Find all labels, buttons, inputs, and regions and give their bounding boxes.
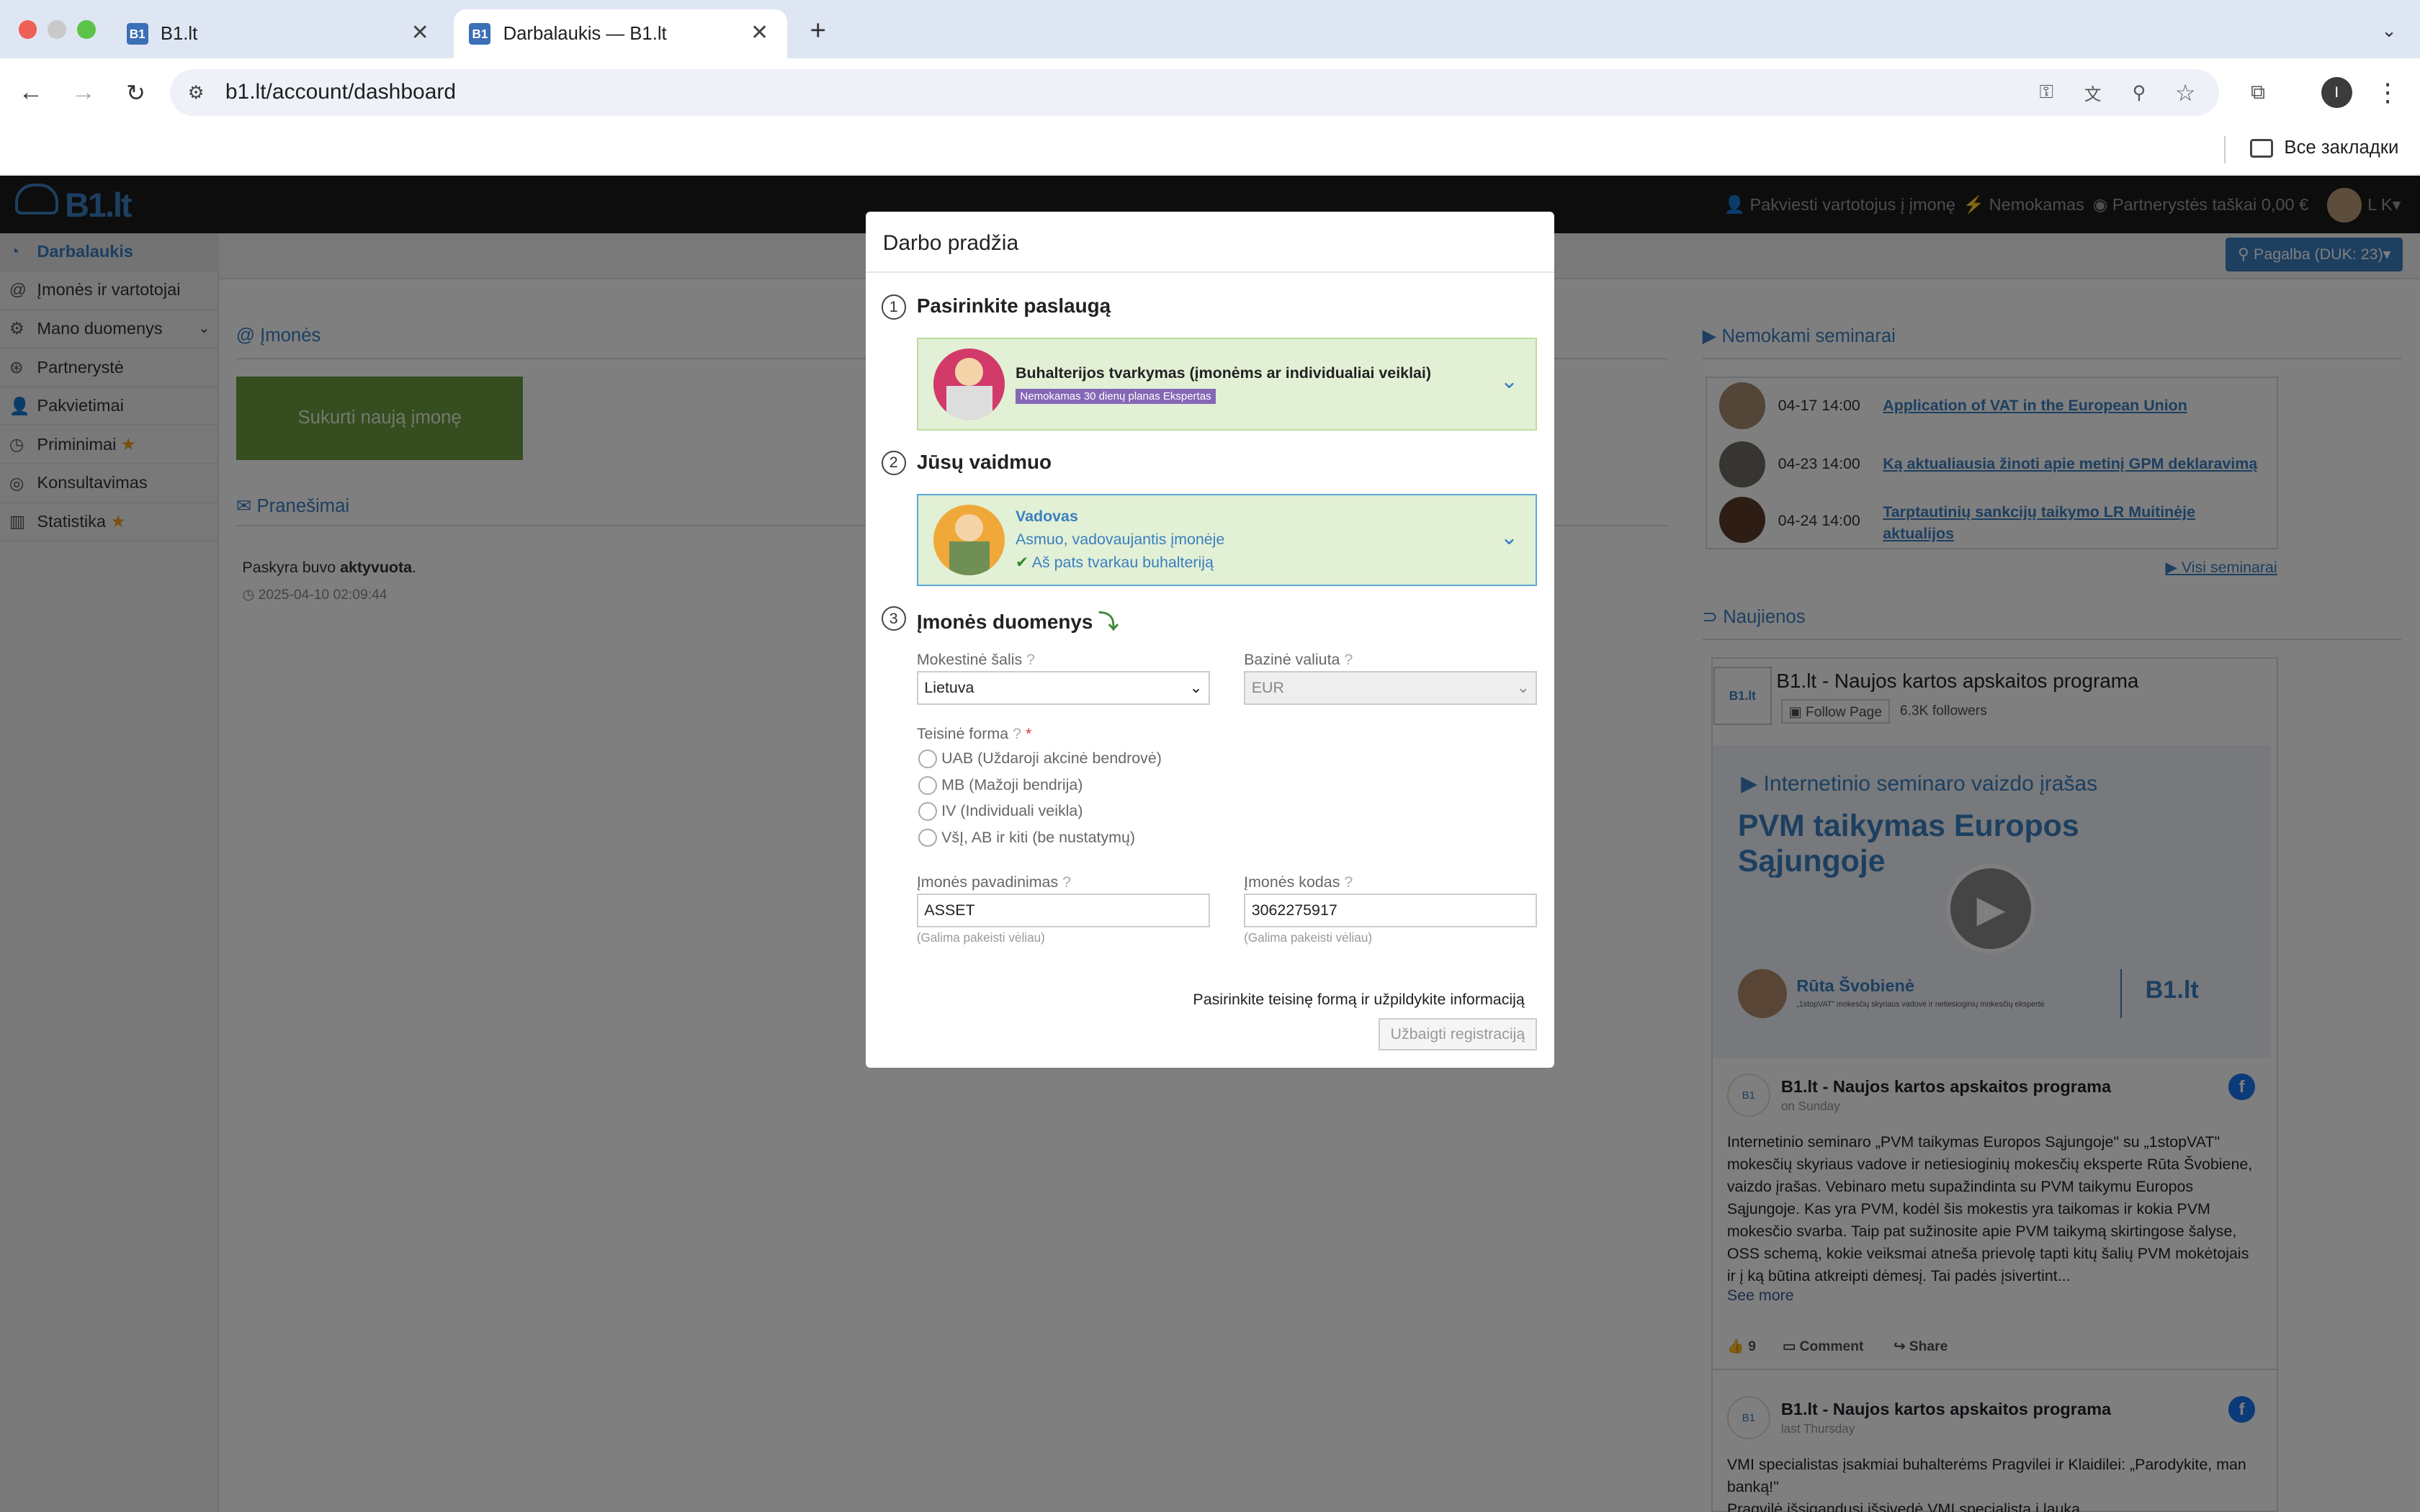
maximize-window-button[interactable] [77,19,96,39]
role-select-card[interactable] [916,493,1538,587]
legal-form-option[interactable]: IV (Individuali veikla) [941,802,1083,820]
legal-form-option[interactable]: MB (Mažoji bendrija) [941,776,1083,794]
service-name: Buhalterijos tvarkymas (įmonėms ar indiv… [1016,364,1431,382]
browser-tab-2-active[interactable]: B1 Darbalaukis — B1.lt ✕ [454,9,787,59]
help-icon[interactable]: ? [1344,873,1353,891]
bookmark-star-icon[interactable]: ☆ [2172,78,2200,107]
legal-form-radio-mb[interactable] [918,775,937,795]
profile-avatar[interactable]: I [2321,77,2352,108]
extensions-icon[interactable]: ⧉ [2243,78,2274,107]
b1-favicon-icon: B1 [469,23,491,45]
help-icon[interactable]: ? [1026,651,1035,668]
browser-menu-icon[interactable]: ⋮ [2374,77,2402,108]
step2-title: Jūsų vaidmuo [916,450,1052,473]
accountant-avatar-icon [933,348,1005,420]
finish-registration-button[interactable]: Užbaigti registraciją [1378,1018,1538,1051]
step-number-3: 3 [881,606,906,631]
role-name: Vadovas [1016,508,1078,525]
browser-tab-1[interactable]: B1 B1.lt ✕ [111,9,447,59]
footer-message: Pasirinkite teisinę formą ir užpildykite… [1193,990,1525,1008]
tab-title: B1.lt [160,23,198,44]
company-name-hint: (Galima pakeisti vėliau) [916,930,1045,945]
legal-form-radio-iv[interactable] [918,802,937,821]
tab-search-chevron-icon[interactable]: ⌄ [2374,15,2405,46]
zoom-icon[interactable]: ⚲ [2125,78,2154,107]
back-arrow-icon[interactable]: ← [15,77,46,108]
translate-icon[interactable]: 文 [2079,78,2107,107]
check-icon: ✔ [1016,554,1028,572]
reload-icon[interactable]: ↻ [120,77,151,108]
chevron-down-icon: ⌄ [1516,679,1530,697]
company-name-input[interactable]: ASSET [916,893,1210,927]
company-code-input[interactable]: 3062275917 [1244,893,1538,927]
role-check: ✔ Aš pats tvarkau buhalteriją [1016,554,1214,572]
avatar-body [946,385,992,420]
country-select[interactable]: Lietuva ⌄ [916,671,1210,706]
legal-form-option[interactable]: UAB (Uždaroji akcinė bendrovė) [941,750,1162,768]
step3-title: Įmonės duomenys ⤵ [916,611,1119,634]
currency-select[interactable]: EUR ⌄ [1244,671,1538,706]
step-number-2: 2 [881,450,906,475]
folder-icon [2250,138,2274,158]
company-code-label: Įmonės kodas ? [1244,873,1353,891]
divider [866,271,1554,274]
password-key-icon[interactable]: ⚿ [2033,78,2061,107]
legal-form-radio-vsi[interactable] [918,828,937,847]
site-settings-icon[interactable]: ⚙ [182,78,210,107]
arrow-down-icon: ⤵ [1098,611,1119,634]
company-name-label: Įmonės pavadinimas ? [916,873,1072,891]
all-bookmarks-link[interactable]: Все закладки [2284,138,2398,158]
close-window-button[interactable] [18,19,37,39]
new-tab-icon[interactable]: + [802,15,833,46]
bookmarks-bar [0,126,2420,176]
close-tab-icon[interactable]: ✕ [411,20,429,45]
chevron-down-icon: ⌄ [1189,679,1203,697]
avatar-face [955,513,983,542]
company-code-hint: (Galima pakeisti vėliau) [1244,930,1373,945]
bookmarks-divider [2223,135,2226,164]
chevron-down-icon[interactable]: ⌄ [1500,525,1518,550]
currency-label: Bazinė valiuta ? [1244,651,1353,669]
chevron-down-icon[interactable]: ⌄ [1500,369,1518,394]
manager-avatar-icon [933,504,1005,576]
step1-title: Pasirinkite paslaugą [916,294,1111,318]
help-icon[interactable]: ? [1062,873,1071,891]
help-icon[interactable]: ? [1013,725,1021,742]
legal-form-option[interactable]: VšĮ, AB ir kiti (be nustatymų) [941,829,1135,847]
url-text[interactable]: b1.lt/account/dashboard [225,80,456,104]
b1-favicon-icon: B1 [126,23,148,45]
help-icon[interactable]: ? [1344,651,1353,668]
address-bar[interactable] [169,69,2220,116]
legal-form-radio-uab[interactable] [918,750,937,769]
close-tab-icon[interactable]: ✕ [750,20,768,45]
forward-arrow-icon[interactable]: → [68,77,99,108]
modal-title: Darbo pradžia [882,231,1019,256]
service-select-card[interactable] [916,338,1538,431]
country-label: Mokestinė šalis ? [916,651,1036,669]
avatar-face [955,358,983,386]
minimize-window-button[interactable] [48,19,67,39]
service-badge: Nemokamas 30 dienų planas Ekspertas [1016,389,1216,405]
avatar-body [949,541,990,576]
legal-form-label: Teisinė forma ? * [916,725,1032,743]
role-description: Asmuo, vadovaujantis įmonėje [1016,531,1225,549]
tab-title: Darbalaukis — B1.lt [503,23,667,44]
step-number-1: 1 [881,294,906,320]
